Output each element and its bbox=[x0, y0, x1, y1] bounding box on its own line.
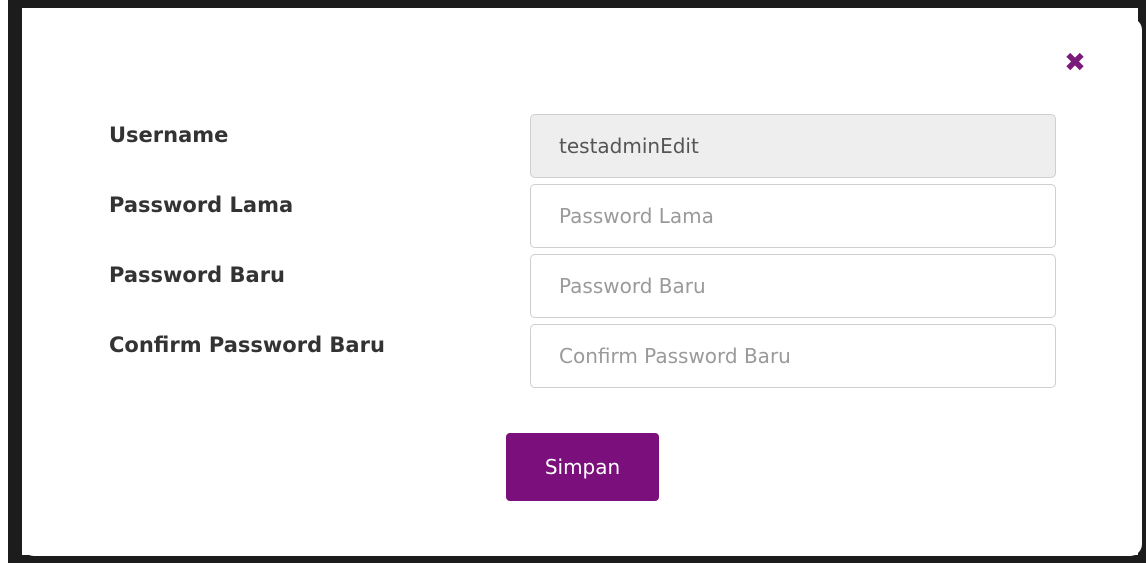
username-label: Username bbox=[109, 123, 229, 147]
confirm-password-label: Confirm Password Baru bbox=[109, 333, 385, 357]
overlay-edge-bottom bbox=[8, 555, 1146, 563]
old-password-label: Password Lama bbox=[109, 193, 294, 217]
overlay-edge-top bbox=[8, 0, 1146, 8]
new-password-label: Password Baru bbox=[109, 263, 286, 287]
overlay-edge-left bbox=[8, 0, 22, 563]
close-icon[interactable]: ✖ bbox=[1062, 48, 1088, 78]
save-button[interactable]: Simpan bbox=[506, 433, 659, 501]
username-field[interactable] bbox=[530, 114, 1056, 178]
change-password-modal: ✖ Username Password Lama Password Baru C… bbox=[22, 18, 1142, 556]
new-password-field[interactable] bbox=[530, 254, 1056, 318]
confirm-password-field[interactable] bbox=[530, 324, 1056, 388]
old-password-field[interactable] bbox=[530, 184, 1056, 248]
